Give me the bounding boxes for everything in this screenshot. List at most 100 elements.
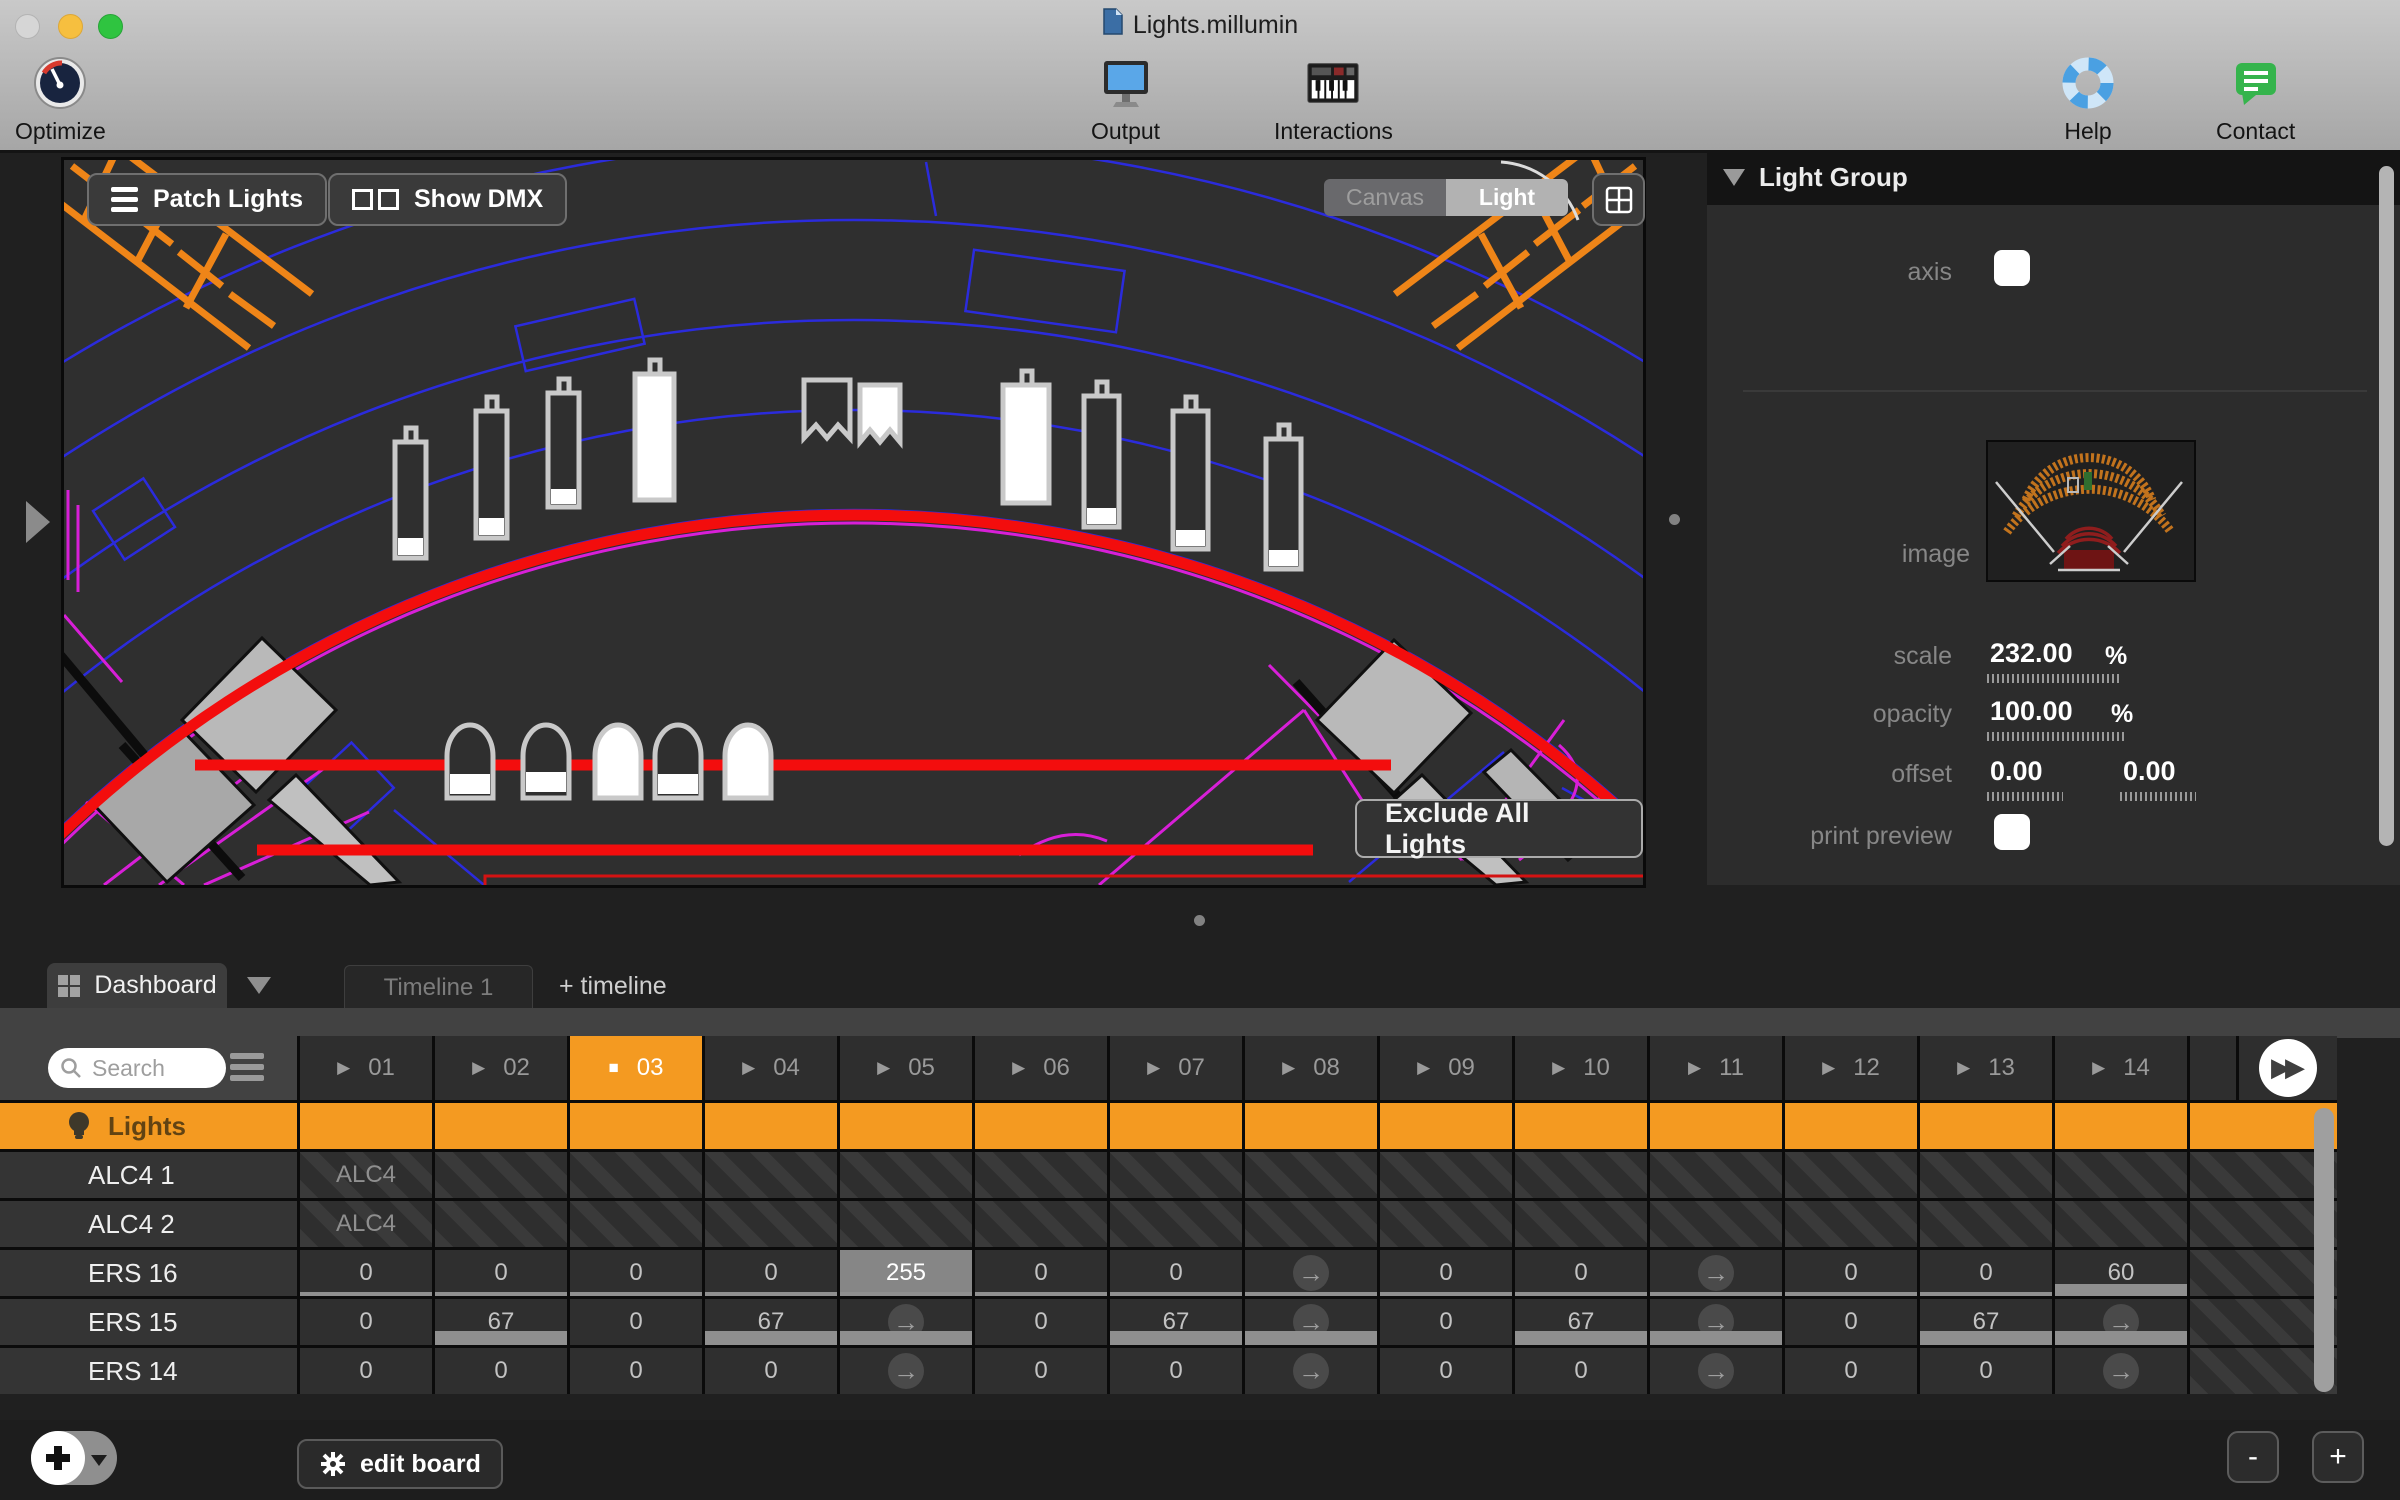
column-header-06[interactable]: ▶ 06 [975, 1036, 1107, 1100]
board-cell-alc4-1-8[interactable] [1245, 1152, 1377, 1198]
board-cell-alc4-2-11[interactable] [1650, 1201, 1782, 1247]
board-cell-ers-15-13[interactable]: 67 [1920, 1299, 2052, 1345]
board-cell-ers-14-9[interactable]: 0 [1380, 1348, 1512, 1394]
board-cell-lights-5[interactable] [840, 1103, 972, 1149]
tab-dropdown-caret[interactable] [247, 977, 271, 994]
board-cell-ers-14-13[interactable]: 0 [1920, 1348, 2052, 1394]
column-header-01[interactable]: ▶ 01 [300, 1036, 432, 1100]
row-label-ers-15[interactable]: ERS 15 [0, 1299, 297, 1345]
board-cell-ers-16-11[interactable]: → [1650, 1250, 1782, 1296]
panel-scrollbar[interactable] [2379, 166, 2394, 846]
board-cell-ers-15-8[interactable]: → [1245, 1299, 1377, 1345]
board-cell-lights-7[interactable] [1110, 1103, 1242, 1149]
board-cell-alc4-1-9[interactable] [1380, 1152, 1512, 1198]
fast-forward-button[interactable]: ▶ ▶ [2259, 1039, 2317, 1097]
row-label-alc4-2[interactable]: ALC4 2 [0, 1201, 297, 1247]
zoom-in-button[interactable]: + [2312, 1431, 2364, 1483]
column-header-05[interactable]: ▶ 05 [840, 1036, 972, 1100]
board-cell-ers-16-9[interactable]: 0 [1380, 1250, 1512, 1296]
board-cell-lights-10[interactable] [1515, 1103, 1647, 1149]
board-cell-alc4-1-2[interactable] [435, 1152, 567, 1198]
board-cell-alc4-1-11[interactable] [1650, 1152, 1782, 1198]
board-cell-ers-15-3[interactable]: 0 [570, 1299, 702, 1345]
board-cell-alc4-2-10[interactable] [1515, 1201, 1647, 1247]
board-cell-ers-14-6[interactable]: 0 [975, 1348, 1107, 1394]
board-cell-alc4-1-4[interactable] [705, 1152, 837, 1198]
tab-timeline-1[interactable]: Timeline 1 [344, 965, 533, 1009]
board-cell-lights-11[interactable] [1650, 1103, 1782, 1149]
panel-resize-handle[interactable] [1669, 514, 1680, 525]
board-cell-lights-3[interactable] [570, 1103, 702, 1149]
board-cell-lights-9[interactable] [1380, 1103, 1512, 1149]
board-cell-ers-14-5[interactable]: → [840, 1348, 972, 1394]
search-field[interactable] [48, 1048, 226, 1088]
board-cell-ers-15-6[interactable]: 0 [975, 1299, 1107, 1345]
toolbar-interactions[interactable]: Interactions [1274, 54, 1393, 145]
row-label-alc4-1[interactable]: ALC4 1 [0, 1152, 297, 1198]
toolbar-help[interactable]: Help [2059, 54, 2117, 145]
board-cell-ers-15-1[interactable]: 0 [300, 1299, 432, 1345]
board-cell-ers-14-2[interactable]: 0 [435, 1348, 567, 1394]
toolbar-contact[interactable]: Contact [2216, 54, 2295, 145]
add-dropdown-caret[interactable] [91, 1455, 107, 1466]
zoom-out-button[interactable]: - [2227, 1431, 2279, 1483]
board-cell-ers-14-8[interactable]: → [1245, 1348, 1377, 1394]
column-header-09[interactable]: ▶ 09 [1380, 1036, 1512, 1100]
board-cell-alc4-2-12[interactable] [1785, 1201, 1917, 1247]
board-cell-alc4-1-13[interactable] [1920, 1152, 2052, 1198]
board-cell-ers-15-12[interactable]: 0 [1785, 1299, 1917, 1345]
board-cell-alc4-1-12[interactable] [1785, 1152, 1917, 1198]
light-plot-canvas[interactable]: Patch Lights Show DMX Canvas Light Exclu… [0, 139, 2367, 1500]
board-cell-ers-16-1[interactable]: 0 [300, 1250, 432, 1296]
board-cell-ers-14-4[interactable]: 0 [705, 1348, 837, 1394]
add-button[interactable] [31, 1431, 85, 1485]
board-cell-lights-13[interactable] [1920, 1103, 2052, 1149]
board-cell-lights-8[interactable] [1245, 1103, 1377, 1149]
row-label-ers-14[interactable]: ERS 14 [0, 1348, 297, 1394]
scale-value[interactable]: 232.00 [1990, 638, 2073, 669]
board-cell-ers-15-9[interactable]: 0 [1380, 1299, 1512, 1345]
image-thumbnail[interactable] [1986, 440, 2196, 582]
print-preview-checkbox[interactable] [1994, 814, 2030, 850]
column-header-07[interactable]: ▶ 07 [1110, 1036, 1242, 1100]
edit-board-button[interactable]: edit board [297, 1439, 503, 1489]
row-label-ers-16[interactable]: ERS 16 [0, 1250, 297, 1296]
column-header-12[interactable]: ▶ 12 [1785, 1036, 1917, 1100]
board-cell-ers-16-5[interactable]: 255 [840, 1250, 972, 1296]
light-group-header[interactable]: Light Group [1707, 150, 2400, 205]
board-cell-alc4-1-10[interactable] [1515, 1152, 1647, 1198]
axis-checkbox[interactable] [1994, 250, 2030, 286]
toggle-canvas-segment[interactable]: Canvas [1324, 179, 1446, 216]
board-cell-alc4-2-13[interactable] [1920, 1201, 2052, 1247]
board-cell-ers-15-11[interactable]: → [1650, 1299, 1782, 1345]
board-cell-ers-16-13[interactable]: 0 [1920, 1250, 2052, 1296]
column-header-14[interactable]: ▶ 14 [2055, 1036, 2187, 1100]
board-cell-alc4-2-2[interactable] [435, 1201, 567, 1247]
board-cell-ers-16-3[interactable]: 0 [570, 1250, 702, 1296]
patch-lights-button[interactable]: Patch Lights [87, 173, 328, 226]
toolbar-optimize[interactable]: Optimize [15, 54, 106, 145]
board-cell-ers-16-6[interactable]: 0 [975, 1250, 1107, 1296]
opacity-scrubber[interactable] [1987, 732, 2127, 741]
board-cell-ers-16-12[interactable]: 0 [1785, 1250, 1917, 1296]
column-header-13[interactable]: ▶ 13 [1920, 1036, 2052, 1100]
board-cell-ers-16-14[interactable]: 60 [2055, 1250, 2187, 1296]
board-cell-ers-15-14[interactable]: → [2055, 1299, 2187, 1345]
board-cell-ers-14-14[interactable]: → [2055, 1348, 2187, 1394]
toggle-light-segment[interactable]: Light [1446, 179, 1568, 216]
expand-sidebar-arrow[interactable] [26, 501, 50, 543]
board-cell-alc4-2-5[interactable] [840, 1201, 972, 1247]
board-cell-alc4-1-3[interactable] [570, 1152, 702, 1198]
offset-y-value[interactable]: 0.00 [2123, 756, 2176, 787]
board-cell-ers-16-8[interactable]: → [1245, 1250, 1377, 1296]
board-cell-ers-16-2[interactable]: 0 [435, 1250, 567, 1296]
board-cell-lights-4[interactable] [705, 1103, 837, 1149]
board-scrollbar[interactable] [2314, 1108, 2334, 1392]
board-cell-ers-15-10[interactable]: 67 [1515, 1299, 1647, 1345]
column-header-11[interactable]: ▶ 11 [1650, 1036, 1782, 1100]
opacity-value[interactable]: 100.00 [1990, 696, 2073, 727]
column-header-03[interactable]: ■ 03 [570, 1036, 702, 1100]
board-list-icon[interactable] [230, 1053, 264, 1081]
toolbar-output[interactable]: Output [1091, 54, 1160, 145]
board-cell-ers-15-4[interactable]: 67 [705, 1299, 837, 1345]
